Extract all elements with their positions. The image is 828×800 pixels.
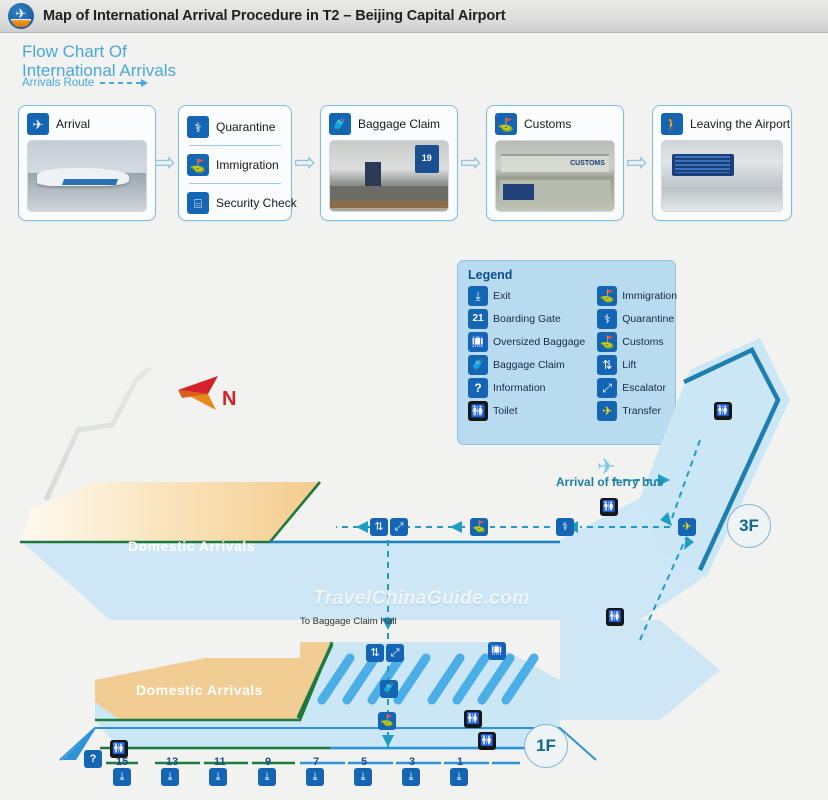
- toilet-icon: 🚻: [606, 608, 624, 626]
- toilet-icon: 🚻: [600, 498, 618, 516]
- to-baggage-claim-hall-label: To Baggage Claim Hall: [300, 616, 397, 627]
- leaving-airport-icon: 🚶: [661, 113, 683, 135]
- domestic-arrivals-3f-label: Domestic Arrivals: [128, 538, 256, 554]
- exit-number: 15: [116, 756, 129, 768]
- flowchart-title-line1: Flow Chart Of: [22, 42, 127, 61]
- security-check-icon: ⌸: [187, 192, 209, 214]
- exit-icon: ⤓: [113, 768, 131, 786]
- quarantine-icon: ⚕: [556, 518, 574, 536]
- north-compass-icon: [178, 376, 218, 410]
- baggage-claim-icon: 🧳: [380, 680, 398, 698]
- flow-step-label: Quarantine: [216, 120, 276, 134]
- exit-number: 5: [361, 756, 368, 768]
- flow-step-customs[interactable]: ⛳ Customs: [486, 105, 624, 221]
- flow-arrow-icon: ⇨: [154, 147, 176, 177]
- arrivals-route-legend: Arrivals Route: [22, 77, 149, 89]
- arrivals-route-label: Arrivals Route: [22, 77, 95, 89]
- map-svg: ✈: [20, 338, 790, 765]
- flow-step-arrival[interactable]: ✈ Arrival: [18, 105, 156, 221]
- north-label: N: [222, 388, 237, 410]
- arrivals-hall-photo: [661, 140, 783, 212]
- immigration-icon: ⛳: [470, 518, 488, 536]
- exit-number: 1: [457, 756, 464, 768]
- flow-step-label: Leaving the Airport: [690, 117, 791, 131]
- flow-step-checks[interactable]: ⚕ Quarantine ⛳ Immigration ⌸ Security Ch…: [178, 105, 297, 221]
- ferry-bus-label: Arrival of ferry bus: [556, 475, 664, 489]
- toilet-icon: 🚻: [714, 402, 732, 420]
- flow-step-label: Baggage Claim: [358, 117, 441, 131]
- airport-logo-icon: ✈: [8, 3, 34, 29]
- customs-icon: ⛳: [495, 113, 517, 135]
- oversized-baggage-icon: 🛄: [488, 642, 506, 660]
- baggage-carousel-photo: 19: [329, 140, 449, 212]
- flow-step-label: Customs: [524, 117, 572, 131]
- 3f-to-1f-connector: [560, 620, 720, 720]
- exit-number: 11: [214, 756, 226, 768]
- arrival-plane-icon: ✈: [27, 113, 49, 135]
- exit-number: 3: [409, 756, 416, 768]
- escalator-icon: ⤢: [386, 644, 404, 662]
- floor-badge-3f[interactable]: 3F: [727, 504, 771, 548]
- exit-number: 13: [166, 756, 179, 768]
- exit-icon: ⤓: [306, 768, 324, 786]
- exit-icon: ⤓: [209, 768, 227, 786]
- exit-number: 7: [313, 756, 320, 768]
- lift-icon: ⇅: [370, 518, 388, 536]
- exit-number: 9: [265, 756, 272, 768]
- flow-step-label: Immigration: [216, 158, 279, 172]
- watermark: TravelChinaGuide.com: [313, 588, 530, 609]
- flow-arrow-icon: ⇨: [626, 147, 648, 177]
- escalator-icon: ⤢: [390, 518, 408, 536]
- exit-icon: ⤓: [450, 768, 468, 786]
- floor-badge-1f[interactable]: 1F: [524, 724, 568, 768]
- toilet-icon: 🚻: [464, 710, 482, 728]
- quarantine-icon: ⚕: [187, 116, 209, 138]
- exit-icon: ⤓: [354, 768, 372, 786]
- flow-step-label: Security Check: [216, 196, 297, 210]
- flow-step-leaving-airport[interactable]: 🚶 Leaving the Airport: [652, 105, 792, 221]
- immigration-icon: ⛳: [187, 154, 209, 176]
- exit-icon: ⤓: [402, 768, 420, 786]
- 3f-domestic-arrivals-area: [20, 482, 320, 542]
- lift-icon: ⇅: [366, 644, 384, 662]
- domestic-arrivals-1f-label: Domestic Arrivals: [136, 682, 264, 698]
- toilet-icon: 🚻: [478, 732, 496, 750]
- flow-step-label: Arrival: [56, 117, 91, 131]
- jetway-aircraft-photo: [27, 140, 147, 212]
- background-contour: [43, 366, 152, 502]
- transfer-icon: ✈: [678, 518, 696, 536]
- 1f-domestic-arrivals-area: [95, 642, 330, 720]
- page-header: ✈ Map of International Arrival Procedure…: [0, 0, 828, 33]
- terminal-map: ✈ Domestic Arrivals Domestic Arrivals Ar…: [0, 250, 828, 800]
- flowchart-title: Flow Chart Of International Arrivals: [22, 42, 176, 80]
- information-icon: ?: [84, 750, 102, 768]
- carousel-number-tag: 19: [414, 145, 439, 174]
- flow-arrow-icon: ⇨: [294, 147, 316, 177]
- baggage-claim-icon: 🧳: [329, 113, 351, 135]
- flow-arrow-icon: ⇨: [460, 147, 482, 177]
- airport-map-page: ✈ Map of International Arrival Procedure…: [0, 0, 828, 800]
- dashed-arrow-icon: [100, 79, 149, 87]
- exit-icon: ⤓: [161, 768, 179, 786]
- page-title: Map of International Arrival Procedure i…: [43, 8, 506, 24]
- exit-icon: ⤓: [258, 768, 276, 786]
- customs-icon: ⛳: [378, 712, 396, 730]
- flow-step-baggage-claim[interactable]: 🧳 Baggage Claim 19: [320, 105, 458, 221]
- customs-hall-photo: [495, 140, 615, 212]
